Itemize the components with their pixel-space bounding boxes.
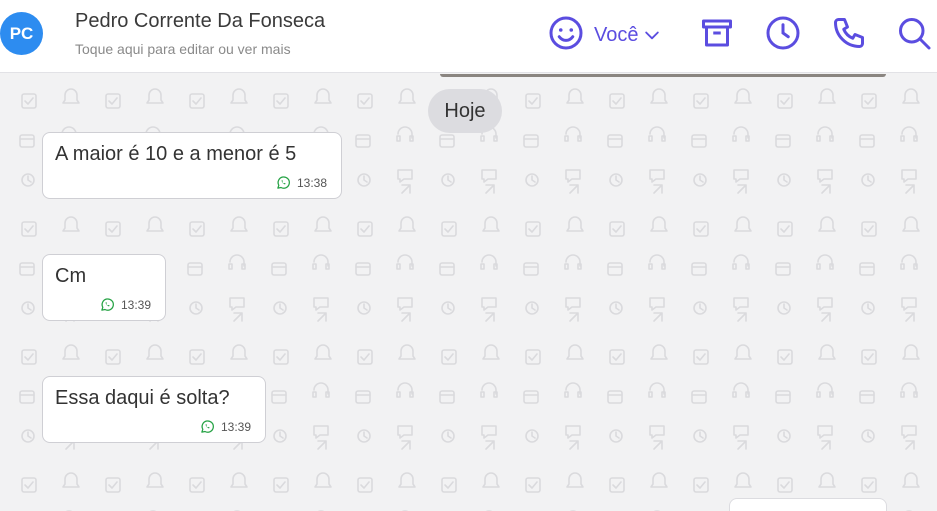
message-text: Cm [55,265,87,287]
chevron-down-icon [645,31,660,40]
contact-subtitle[interactable]: Toque aqui para editar ou ver mais [75,41,291,57]
message-time: 13:38 [296,175,327,190]
date-divider: Hoje [428,89,502,133]
message-bubble[interactable]: Essa daqui é solta? 13:39 [42,376,266,443]
chat-header: PC Pedro Corrente Da Fonseca Toque aqui … [0,0,937,73]
message-meta: 13:39 [200,419,251,434]
phone-icon[interactable] [831,15,867,51]
search-icon[interactable] [896,15,932,51]
smile-icon[interactable] [548,15,584,51]
agent-select[interactable]: Você [594,22,662,48]
message-time: 13:39 [220,419,251,434]
avatar[interactable]: PC [0,12,43,55]
message-time: 13:39 [120,297,151,312]
whatsapp-icon [276,175,291,190]
message-text: A maior é 10 e a menor é 5 [55,143,297,165]
message-bubble[interactable]: A maior é 10 e a menor é 5 13:38 [42,132,342,199]
whatsapp-icon [100,297,115,312]
previous-media-message[interactable] [440,74,886,77]
whatsapp-icon [200,419,215,434]
next-message-bubble[interactable] [729,498,887,511]
message-text: Essa daqui é solta? [55,387,230,409]
message-meta: 13:39 [100,297,151,312]
message-bubble[interactable]: Cm 13:39 [42,254,166,321]
message-meta: 13:38 [276,175,327,190]
archive-icon[interactable] [699,15,735,51]
agent-label: Você [594,23,639,46]
clock-icon[interactable] [765,15,801,51]
contact-name[interactable]: Pedro Corrente Da Fonseca [75,10,325,33]
chat-messages-area[interactable]: Hoje A maior é 10 e a menor é 5 13:38 Cm… [0,74,937,511]
